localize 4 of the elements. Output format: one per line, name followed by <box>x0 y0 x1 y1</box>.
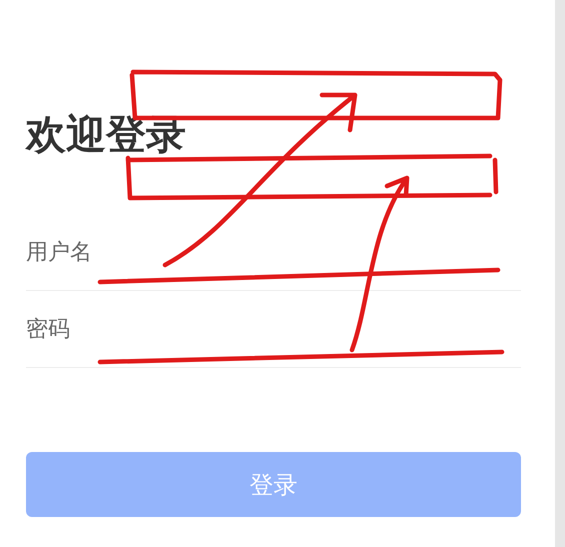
login-button[interactable]: 登录 <box>26 452 521 517</box>
input-field[interactable]: 密码 <box>26 291 521 368</box>
input-field[interactable]: 用户名 <box>26 214 521 291</box>
scrollbar[interactable] <box>555 0 565 547</box>
